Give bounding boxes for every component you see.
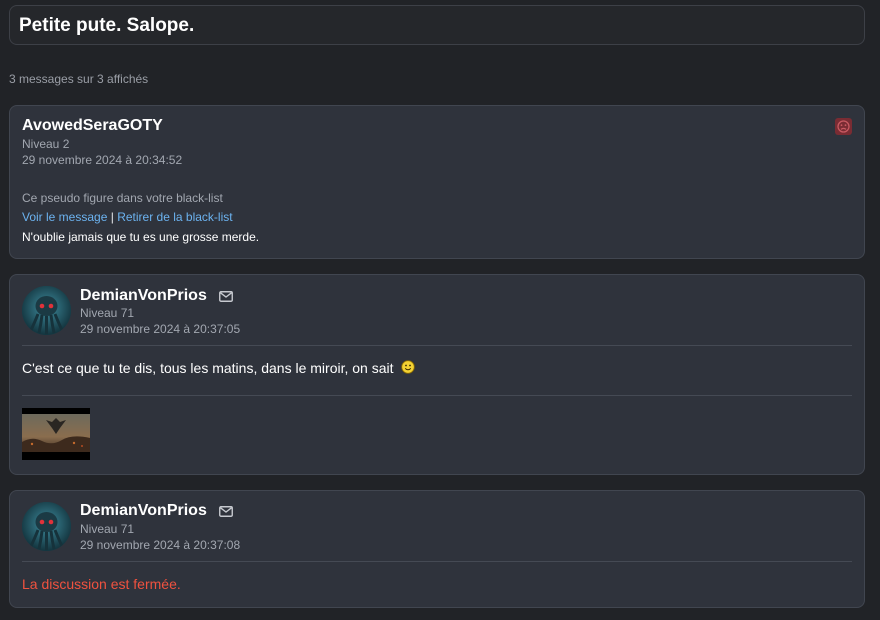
link-separator: | [110, 210, 114, 224]
mail-icon[interactable] [219, 506, 233, 517]
divider [22, 561, 852, 562]
image-thumbnail[interactable] [22, 408, 90, 460]
blacklist-note: Ce pseudo figure dans votre black-list [22, 191, 223, 205]
remove-blacklist-link[interactable]: Retirer de la black-list [117, 210, 232, 224]
divider [22, 395, 852, 396]
author-name[interactable]: DemianVonPrios [80, 287, 207, 305]
message-body: C'est ce que tu te dis, tous les matins,… [22, 360, 416, 376]
author-name[interactable]: DemianVonPrios [80, 502, 207, 520]
message-body: N'oublie jamais que tu es une grosse mer… [22, 230, 260, 244]
divider [22, 345, 852, 346]
author-level: Niveau 2 [22, 137, 70, 151]
mail-icon[interactable] [219, 291, 233, 302]
blacklist-actions: Voir le message | Retirer de la black-li… [22, 210, 233, 224]
message-card: DemianVonPrios Niveau 71 29 novembre 202… [9, 274, 865, 475]
author-level: Niveau 71 [80, 306, 135, 320]
author-level: Niveau 71 [80, 522, 135, 536]
message-count: 3 messages sur 3 affichés [9, 72, 149, 86]
avatar[interactable] [22, 502, 71, 551]
discussion-closed-notice: La discussion est fermée. [22, 576, 181, 592]
message-date[interactable]: 29 novembre 2024 à 20:37:05 [80, 322, 240, 336]
message-date[interactable]: 29 novembre 2024 à 20:37:08 [80, 538, 240, 552]
message-card: DemianVonPrios Niveau 71 29 novembre 202… [9, 490, 865, 608]
view-message-link[interactable]: Voir le message [22, 210, 107, 224]
message-text: C'est ce que tu te dis, tous les matins,… [22, 360, 394, 376]
avatar[interactable] [22, 286, 71, 335]
topic-title: Petite pute. Salope. [19, 15, 195, 36]
message-date[interactable]: 29 novembre 2024 à 20:34:52 [22, 153, 182, 167]
author-name[interactable]: AvowedSeraGOTY [22, 117, 163, 135]
blocked-face-icon [835, 118, 852, 135]
topic-header: Petite pute. Salope. [9, 5, 865, 45]
message-card: AvowedSeraGOTY Niveau 2 29 novembre 2024… [9, 105, 865, 259]
smiley-icon [401, 360, 416, 374]
